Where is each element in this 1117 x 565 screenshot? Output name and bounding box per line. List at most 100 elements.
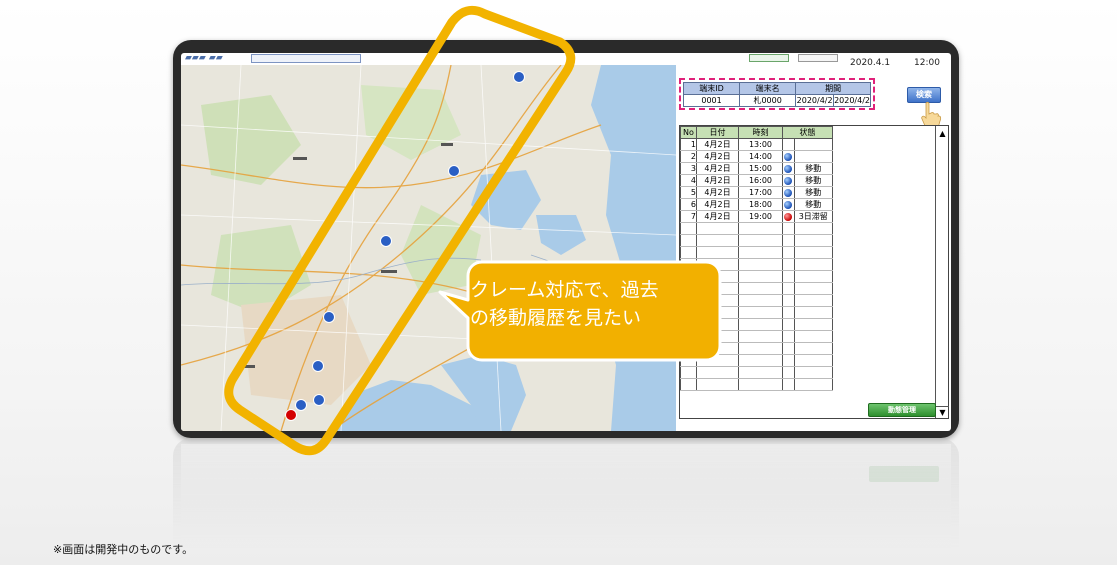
row-time: 18:00 [738, 198, 783, 211]
empty-cell [738, 342, 783, 355]
table-row-empty [680, 354, 925, 367]
scroll-down-arrow-icon[interactable]: ▼ [936, 406, 949, 418]
row-time: 15:00 [738, 162, 783, 175]
period-end-field[interactable]: 2020/4/2 [832, 94, 872, 107]
header-period: 期間 [795, 82, 871, 95]
row-spacer [833, 367, 925, 379]
empty-cell [782, 258, 795, 271]
table-row[interactable]: 1 4月2日 13:00 [680, 138, 925, 151]
empty-cell [738, 330, 783, 343]
table-row[interactable]: 3 4月2日 15:00 移動 [680, 162, 925, 175]
empty-cell [738, 366, 783, 379]
map-marker-blue[interactable] [295, 399, 307, 411]
empty-cell [696, 234, 739, 247]
table-row[interactable]: 2 4月2日 14:00 [680, 150, 925, 163]
row-spacer [833, 151, 925, 163]
map-marker-blue[interactable] [513, 71, 525, 83]
empty-cell [793, 378, 833, 391]
table-row[interactable]: 6 4月2日 18:00 移動 [680, 198, 925, 211]
app-logo: ▰▰▰ ▰▰ [185, 53, 223, 63]
empty-cell [738, 258, 783, 271]
row-status-icon-cell [782, 210, 795, 223]
row-spacer [833, 331, 925, 343]
empty-cell [793, 318, 833, 331]
empty-cell [782, 354, 795, 367]
table-row[interactable]: 4 4月2日 16:00 移動 [680, 174, 925, 187]
terminal-id-field[interactable]: 0001 [682, 94, 741, 107]
empty-cell [738, 378, 783, 391]
row-no: 6 [680, 198, 697, 211]
blue-marker-icon [784, 176, 793, 185]
row-date: 4月2日 [696, 198, 739, 211]
row-spacer [833, 187, 925, 199]
blue-marker-icon [784, 188, 793, 197]
row-spacer [833, 235, 925, 247]
map-view[interactable] [181, 65, 676, 431]
table-row-empty [680, 246, 925, 259]
reflection-screen [181, 444, 951, 548]
callout-text: クレーム対応で、過去 の移動履歴を見たい [470, 276, 720, 332]
empty-cell [782, 330, 795, 343]
empty-cell [680, 258, 697, 271]
terminal-name-field[interactable]: 札0000 [739, 94, 797, 107]
empty-cell [696, 366, 739, 379]
dynamic-management-button[interactable]: 動態管理 [868, 403, 936, 417]
row-date: 4月2日 [696, 138, 739, 151]
empty-cell [793, 270, 833, 283]
row-date: 4月2日 [696, 150, 739, 163]
table-row-empty [680, 258, 925, 271]
empty-cell [680, 234, 697, 247]
empty-cell [782, 246, 795, 259]
scroll-up-arrow-icon[interactable]: ▲ [936, 128, 949, 140]
table-row-empty [680, 234, 925, 247]
app-menu-strip[interactable] [251, 54, 361, 63]
map-marker-blue[interactable] [313, 394, 325, 406]
empty-cell [696, 246, 739, 259]
empty-cell [793, 258, 833, 271]
empty-cell [782, 306, 795, 319]
row-spacer [833, 247, 925, 259]
empty-cell [696, 354, 739, 367]
header-terminal-name: 端末名 [739, 82, 797, 95]
table-row-empty [680, 366, 925, 379]
map-marker-blue[interactable] [448, 165, 460, 177]
row-status-icon-cell [782, 150, 795, 163]
empty-cell [793, 294, 833, 307]
row-status-icon-cell [782, 174, 795, 187]
row-spacer [833, 211, 925, 223]
table-row[interactable]: 5 4月2日 17:00 移動 [680, 186, 925, 199]
row-time: 14:00 [738, 150, 783, 163]
table-row[interactable]: 7 4月2日 19:00 3日滞留 [680, 210, 925, 223]
empty-cell [793, 234, 833, 247]
empty-cell [680, 378, 697, 391]
history-table-header: No 日付 時刻 状態 [680, 126, 925, 139]
row-state [793, 150, 833, 163]
empty-cell [680, 342, 697, 355]
empty-cell [680, 330, 697, 343]
row-state: 移動 [793, 162, 833, 175]
row-spacer [833, 319, 925, 331]
row-spacer [833, 343, 925, 355]
map-marker-blue[interactable] [380, 235, 392, 247]
period-start-field[interactable]: 2020/4/2 [795, 94, 834, 107]
empty-cell [793, 354, 833, 367]
table-row-empty [680, 342, 925, 355]
row-status-icon-cell [782, 198, 795, 211]
empty-cell [680, 222, 697, 235]
row-spacer [833, 259, 925, 271]
history-scrollbar[interactable]: ▲ ▼ [935, 126, 949, 418]
map-marker-blue[interactable] [312, 360, 324, 372]
empty-cell [738, 234, 783, 247]
row-time: 19:00 [738, 210, 783, 223]
history-table-container: No 日付 時刻 状態 1 4月2日 13:00 2 4月2日 14:00 3 4月2日 15:… [679, 125, 949, 419]
empty-cell [782, 378, 795, 391]
table-row-empty [680, 378, 925, 391]
map-marker-blue[interactable] [323, 311, 335, 323]
empty-cell [680, 354, 697, 367]
search-criteria-table: 端末ID 端末名 期間 0001 札0000 2020/4/2 2020/4/2 [682, 82, 872, 107]
empty-cell [793, 330, 833, 343]
empty-cell [793, 222, 833, 235]
row-spacer [833, 271, 925, 283]
map-marker-red[interactable] [285, 409, 297, 421]
datetime-display: 2020.4.1 12:00 [676, 58, 951, 70]
